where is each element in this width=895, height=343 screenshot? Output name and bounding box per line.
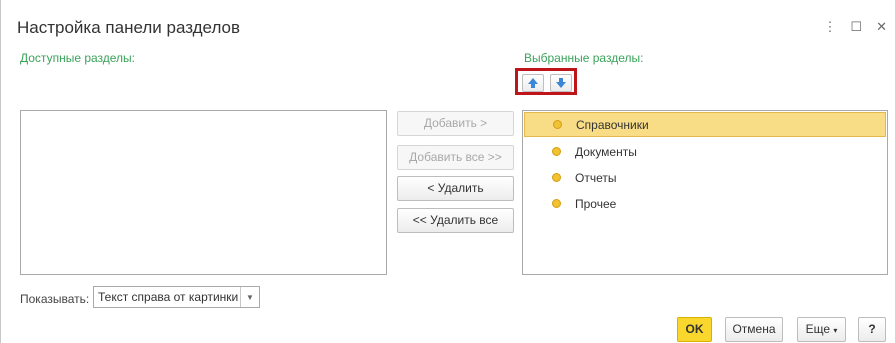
show-mode-value: Текст справа от картинки <box>98 290 239 304</box>
more-menu-icon[interactable]: ⋮ <box>823 19 836 35</box>
list-item[interactable]: Прочее <box>524 191 886 216</box>
show-mode-label: Показывать: <box>20 292 90 306</box>
close-icon[interactable]: ✕ <box>876 19 887 35</box>
maximize-icon[interactable]: ☐ <box>850 19 862 35</box>
help-button[interactable]: ? <box>858 317 886 342</box>
available-sections-list[interactable] <box>20 110 387 275</box>
section-dot-icon <box>552 199 561 208</box>
list-item-label: Отчеты <box>575 170 617 185</box>
move-down-button[interactable] <box>550 74 572 92</box>
window-controls: ⋮ ☐ ✕ <box>823 19 887 35</box>
move-up-button[interactable] <box>522 74 544 92</box>
show-mode-select[interactable]: Текст справа от картинки ▼ <box>93 286 260 308</box>
section-dot-icon <box>553 120 562 129</box>
ok-button[interactable]: OK <box>677 317 712 342</box>
dropdown-arrow-icon[interactable]: ▼ <box>240 287 259 307</box>
cancel-button[interactable]: Отмена <box>725 317 783 342</box>
selected-sections-list[interactable]: Справочники Документы Отчеты Прочее <box>522 110 888 275</box>
add-all-button[interactable]: Добавить все >> <box>397 145 514 170</box>
remove-all-button[interactable]: << Удалить все <box>397 208 514 233</box>
selected-sections-label: Выбранные разделы: <box>524 51 644 65</box>
order-buttons-highlight <box>515 68 577 95</box>
list-item-label: Прочее <box>575 196 617 211</box>
window-left-border <box>0 0 1 343</box>
list-item[interactable]: Отчеты <box>524 165 886 190</box>
more-button[interactable]: Еще ▾ <box>797 317 846 342</box>
window-title: Настройка панели разделов <box>17 18 241 37</box>
list-item-label: Справочники <box>576 117 649 132</box>
remove-button[interactable]: < Удалить <box>397 176 514 201</box>
available-sections-label: Доступные разделы: <box>20 51 136 65</box>
add-button[interactable]: Добавить > <box>397 111 514 136</box>
chevron-down-icon: ▾ <box>833 326 838 335</box>
section-dot-icon <box>552 173 561 182</box>
list-item[interactable]: Документы <box>524 139 886 164</box>
arrow-down-icon <box>556 78 566 88</box>
list-item[interactable]: Справочники <box>524 112 886 137</box>
arrow-up-icon <box>528 78 538 88</box>
section-dot-icon <box>552 147 561 156</box>
list-item-label: Документы <box>575 144 637 159</box>
more-button-label: Еще <box>805 322 831 336</box>
